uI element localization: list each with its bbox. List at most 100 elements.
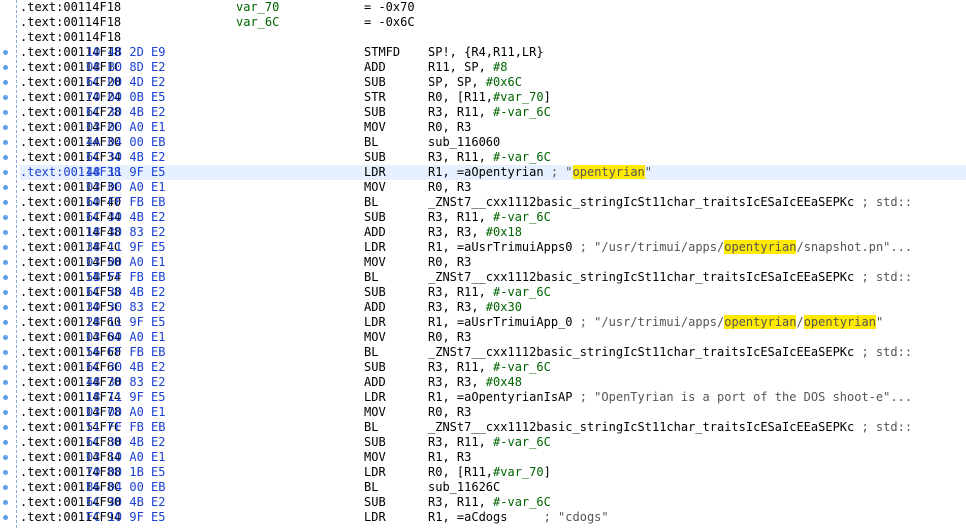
opcode-bytes[interactable]: 6C 30 4B E2: [86, 495, 165, 510]
stack-var-name[interactable]: var_6C: [236, 15, 279, 30]
opcode-bytes[interactable]: 03 00 A0 E1: [86, 330, 165, 345]
instruction-operands[interactable]: R3, R3, #0x48: [428, 375, 522, 390]
instruction-operands[interactable]: _ZNSt7__cxx1112basic_stringIcSt11char_tr…: [428, 420, 912, 435]
opcode-bytes[interactable]: 6C 30 4B E2: [86, 360, 165, 375]
instruction-operands[interactable]: R0, [R11,#var_70]: [428, 465, 551, 480]
breakpoint-dot-icon[interactable]: [3, 470, 8, 475]
listing-row[interactable]: .text:00114F64 03 00 A0 E1 MOV R0, R3: [20, 330, 966, 345]
search-highlight[interactable]: opentyrian: [724, 240, 797, 254]
instruction-operands[interactable]: R1, =aOpentyrian ; "opentyrian": [428, 165, 652, 180]
instruction-mnemonic[interactable]: STMFD: [364, 45, 400, 60]
instruction-mnemonic[interactable]: SUB: [364, 285, 386, 300]
breakpoint-dot-icon[interactable]: [3, 170, 8, 175]
instruction-mnemonic[interactable]: BL: [364, 195, 378, 210]
instruction-operands[interactable]: R1, =aUsrTrimuiApp_0 ; "/usr/trimui/apps…: [428, 315, 883, 330]
listing-row[interactable]: .text:00114F1C 08 B0 8D E2 ADD R11, SP, #8: [20, 60, 966, 75]
listing-row[interactable]: .text:00114F88 70 00 1B E5 LDR R0, [R11,#va…: [20, 465, 966, 480]
instruction-operands[interactable]: _ZNSt7__cxx1112basic_stringIcSt11char_tr…: [428, 270, 912, 285]
listing-row[interactable]: .text:00114F18 var_70 = -0x70: [20, 0, 966, 15]
opcode-bytes[interactable]: 70 00 1B E5: [86, 465, 165, 480]
breakpoint-dot-icon[interactable]: [3, 185, 8, 190]
opcode-bytes[interactable]: 56 FF FB EB: [86, 345, 165, 360]
instruction-operands[interactable]: R0, R3: [428, 405, 471, 420]
listing-row[interactable]: .text:00114F68 56 FF FB EB BL _ZNSt7__cxx11…: [20, 345, 966, 360]
listing-row[interactable]: .text:00114F74 18 11 9F E5 LDR R1, =aOpenty…: [20, 390, 966, 405]
line-address[interactable]: .text:00114F18: [20, 0, 121, 15]
listing-row[interactable]: .text:00114F20 6C D0 4D E2 SUB SP, SP, #0x6…: [20, 75, 966, 90]
opcode-bytes[interactable]: 6C 30 4B E2: [86, 285, 165, 300]
breakpoint-dot-icon[interactable]: [3, 65, 8, 70]
instruction-mnemonic[interactable]: BL: [364, 345, 378, 360]
breakpoint-dot-icon[interactable]: [3, 200, 8, 205]
instruction-operands[interactable]: R1, R3: [428, 450, 471, 465]
listing-row[interactable]: .text:00114F8C B6 04 00 EB BL sub_11626C: [20, 480, 966, 495]
listing-row[interactable]: .text:00114F18 var_6C = -0x6C: [20, 15, 966, 30]
opcode-bytes[interactable]: 38 11 9F E5: [86, 240, 165, 255]
search-highlight[interactable]: opentyrian: [724, 315, 797, 329]
breakpoint-gutter[interactable]: [0, 0, 18, 528]
instruction-operands[interactable]: SP, SP, #0x6C: [428, 75, 522, 90]
instruction-mnemonic[interactable]: BL: [364, 420, 378, 435]
instruction-mnemonic[interactable]: LDR: [364, 390, 386, 405]
instruction-mnemonic[interactable]: BL: [364, 270, 378, 285]
instruction-operands[interactable]: R1, =aUsrTrimuiApps0 ; "/usr/trimui/apps…: [428, 240, 912, 255]
instruction-operands[interactable]: _ZNSt7__cxx1112basic_stringIcSt11char_tr…: [428, 195, 912, 210]
listing-row[interactable]: .text:00114F54 5B FF FB EB BL _ZNSt7__cxx11…: [20, 270, 966, 285]
listing-row[interactable]: .text:00114F30 4A 04 00 EB BL sub_116060: [20, 135, 966, 150]
listing-row[interactable]: .text:00114F2C 03 00 A0 E1 MOV R0, R3: [20, 120, 966, 135]
instruction-mnemonic[interactable]: ADD: [364, 300, 386, 315]
listing-row[interactable]: .text:00114F84 03 10 A0 E1 MOV R1, R3: [20, 450, 966, 465]
instruction-operands[interactable]: R3, R3, #0x18: [428, 225, 522, 240]
listing-row[interactable]: .text:00114F4C 38 11 9F E5 LDR R1, =aUsrTri…: [20, 240, 966, 255]
breakpoint-dot-icon[interactable]: [3, 425, 8, 430]
instruction-mnemonic[interactable]: MOV: [364, 120, 386, 135]
listing-row[interactable]: .text:00114F70 48 30 83 E2 ADD R3, R3, #0x4…: [20, 375, 966, 390]
opcode-bytes[interactable]: 03 00 A0 E1: [86, 180, 165, 195]
instruction-operands[interactable]: R3, R11, #-var_6C: [428, 210, 551, 225]
breakpoint-dot-icon[interactable]: [3, 125, 8, 130]
breakpoint-dot-icon[interactable]: [3, 335, 8, 340]
instruction-operands[interactable]: R3, R11, #-var_6C: [428, 435, 551, 450]
opcode-bytes[interactable]: 28 11 9F E5: [86, 315, 165, 330]
listing-row[interactable]: .text:00114F18 10 48 2D E9 STMFD SP!, {R4,R…: [20, 45, 966, 60]
breakpoint-dot-icon[interactable]: [3, 305, 8, 310]
instruction-mnemonic[interactable]: LDR: [364, 165, 386, 180]
listing-row[interactable]: .text:00114F28 6C 30 4B E2 SUB R3, R11, #-v…: [20, 105, 966, 120]
opcode-bytes[interactable]: 60 FF FB EB: [86, 195, 165, 210]
search-highlight[interactable]: opentyrian: [803, 315, 876, 329]
instruction-mnemonic[interactable]: SUB: [364, 495, 386, 510]
instruction-operands[interactable]: _ZNSt7__cxx1112basic_stringIcSt11char_tr…: [428, 345, 912, 360]
instruction-mnemonic[interactable]: ADD: [364, 225, 386, 240]
listing-row[interactable]: .text:00114F3C 03 00 A0 E1 MOV R0, R3: [20, 180, 966, 195]
opcode-bytes[interactable]: B6 04 00 EB: [86, 480, 165, 495]
breakpoint-dot-icon[interactable]: [3, 80, 8, 85]
listing-row[interactable]: .text:00114F58 6C 30 4B E2 SUB R3, R11, #-v…: [20, 285, 966, 300]
listing-row[interactable]: .text:00114F48 18 30 83 E2 ADD R3, R3, #0x1…: [20, 225, 966, 240]
instruction-operands[interactable]: R0, R3: [428, 330, 471, 345]
breakpoint-dot-icon[interactable]: [3, 350, 8, 355]
instruction-mnemonic[interactable]: ADD: [364, 375, 386, 390]
breakpoint-dot-icon[interactable]: [3, 320, 8, 325]
search-highlight[interactable]: opentyrian: [572, 165, 645, 179]
instruction-mnemonic[interactable]: SUB: [364, 435, 386, 450]
instruction-operands[interactable]: R0, R3: [428, 180, 471, 195]
line-address[interactable]: .text:00114F18: [20, 15, 121, 30]
listing-row[interactable]: .text:00114F38 48 11 9F E5 LDR R1, =aOpenty…: [20, 165, 966, 180]
opcode-bytes[interactable]: 6C D0 4D E2: [86, 75, 165, 90]
instruction-operands[interactable]: R3, R3, #0x30: [428, 300, 522, 315]
opcode-bytes[interactable]: 03 00 A0 E1: [86, 405, 165, 420]
listing-row[interactable]: .text:00114F50 03 00 A0 E1 MOV R0, R3: [20, 255, 966, 270]
opcode-bytes[interactable]: 6C 30 4B E2: [86, 105, 165, 120]
instruction-mnemonic[interactable]: LDR: [364, 315, 386, 330]
opcode-bytes[interactable]: 6C 30 4B E2: [86, 150, 165, 165]
listing-row[interactable]: .text:00114F7C 51 FF FB EB BL _ZNSt7__cxx11…: [20, 420, 966, 435]
breakpoint-dot-icon[interactable]: [3, 155, 8, 160]
stack-var-offset[interactable]: = -0x6C: [364, 15, 415, 30]
instruction-mnemonic[interactable]: MOV: [364, 450, 386, 465]
listing-row[interactable]: .text:00114F6C 6C 30 4B E2 SUB R3, R11, #-v…: [20, 360, 966, 375]
breakpoint-dot-icon[interactable]: [3, 245, 8, 250]
opcode-bytes[interactable]: 70 00 0B E5: [86, 90, 165, 105]
instruction-mnemonic[interactable]: LDR: [364, 465, 386, 480]
instruction-mnemonic[interactable]: MOV: [364, 255, 386, 270]
listing-row[interactable]: .text:00114F18: [20, 30, 966, 45]
